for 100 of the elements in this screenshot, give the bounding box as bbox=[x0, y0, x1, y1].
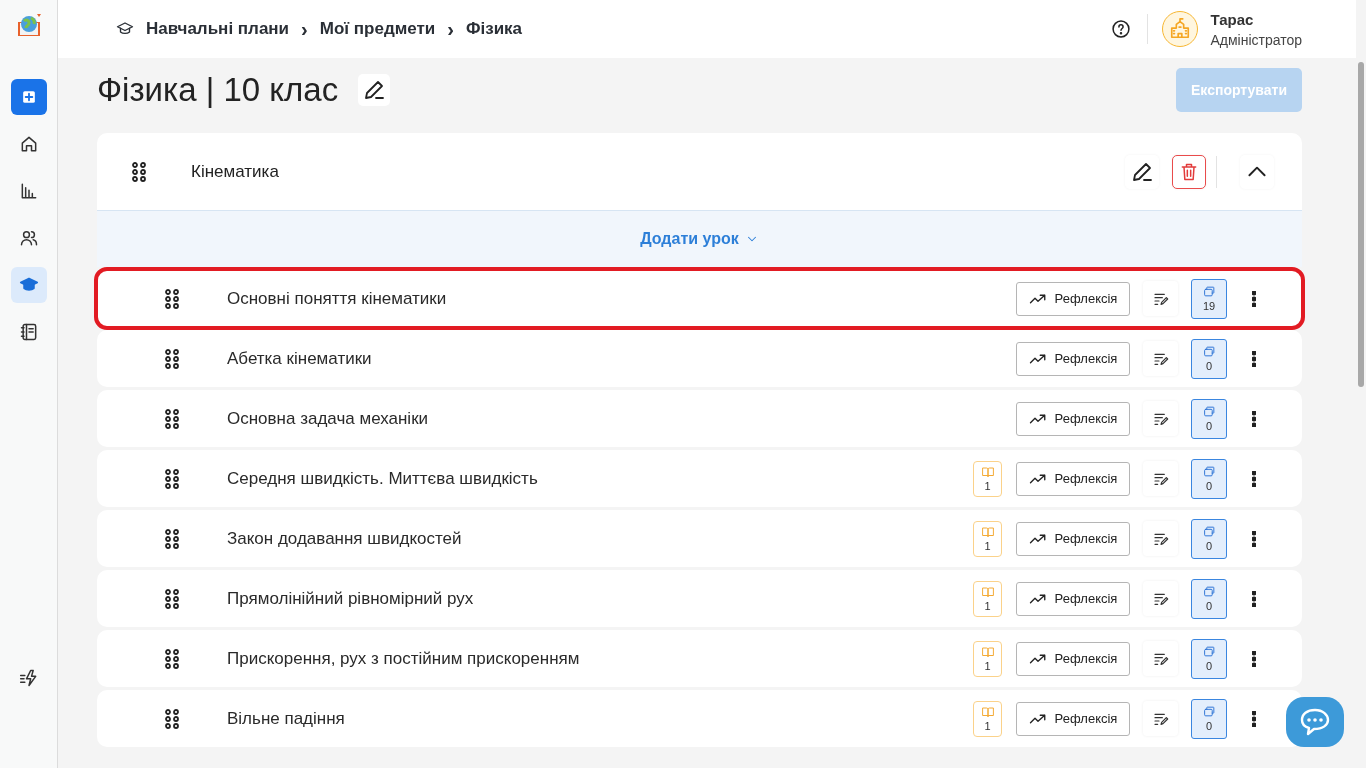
help-icon bbox=[1111, 19, 1132, 39]
copies-counter[interactable]: 0 bbox=[1191, 638, 1227, 679]
edit-title-button[interactable] bbox=[358, 73, 391, 106]
drag-handle-icon bbox=[165, 288, 179, 309]
reflection-button[interactable]: Рефлексія bbox=[1016, 581, 1130, 616]
copy-icon bbox=[1202, 285, 1216, 298]
lesson-title: Вільне падіння bbox=[227, 708, 346, 729]
sidebar-graduation-cap-button[interactable] bbox=[10, 267, 47, 303]
materials-badge[interactable]: 1 bbox=[973, 460, 1002, 497]
more-vertical-icon bbox=[1252, 530, 1256, 547]
reflection-button[interactable]: Рефлексія bbox=[1016, 401, 1130, 436]
more-vertical-icon bbox=[1252, 710, 1256, 727]
drag-handle-icon bbox=[165, 408, 179, 429]
breadcrumb-separator: › bbox=[301, 17, 308, 41]
materials-badge[interactable]: 1 bbox=[973, 700, 1002, 737]
materials-badge[interactable]: 1 bbox=[973, 520, 1002, 557]
lesson-title: Прямолінійний рівномірний рух bbox=[227, 588, 475, 609]
book-icon bbox=[981, 705, 994, 718]
breadcrumb-link[interactable]: Фізика bbox=[465, 19, 523, 39]
copy-icon bbox=[1202, 585, 1216, 598]
notes-button[interactable] bbox=[1143, 521, 1178, 556]
lesson-row[interactable]: Основні поняття кінематики Рефлексія 19 bbox=[97, 270, 1302, 327]
drag-handle-icon bbox=[165, 528, 179, 549]
lesson-row[interactable]: Вільне падіння 1 Рефлексія 0 bbox=[97, 690, 1302, 747]
reflection-button[interactable]: Рефлексія bbox=[1016, 461, 1130, 496]
chat-button[interactable] bbox=[1286, 697, 1344, 747]
drag-handle-icon bbox=[165, 708, 179, 729]
materials-badge[interactable]: 1 bbox=[973, 580, 1002, 617]
lesson-row[interactable]: Основна задача механіки Рефлексія 0 bbox=[97, 390, 1302, 447]
lesson-row[interactable]: Прискорення, рух з постійним прискоренням 1 Рефлексія 0 bbox=[97, 630, 1302, 687]
copy-icon bbox=[1202, 465, 1216, 478]
chat-bubble-icon bbox=[1299, 707, 1331, 737]
copies-counter[interactable]: 0 bbox=[1191, 338, 1227, 379]
more-vertical-icon bbox=[1252, 470, 1256, 487]
page-title: Фізика | 10 клас bbox=[97, 70, 339, 109]
reflection-button[interactable]: Рефлексія bbox=[1016, 641, 1130, 676]
delete-module-button[interactable] bbox=[1172, 154, 1206, 189]
notes-button[interactable] bbox=[1143, 461, 1178, 496]
add-lesson-button[interactable]: Додати урок bbox=[634, 229, 765, 249]
reflection-button[interactable]: Рефлексія bbox=[1016, 281, 1130, 316]
drag-handle-icon bbox=[165, 648, 179, 669]
sidebar-plus-button[interactable] bbox=[10, 79, 47, 115]
copies-counter[interactable]: 0 bbox=[1191, 518, 1227, 559]
notes-button[interactable] bbox=[1143, 281, 1178, 316]
copies-counter[interactable]: 0 bbox=[1191, 458, 1227, 499]
more-vertical-icon bbox=[1252, 410, 1256, 427]
copy-icon bbox=[1202, 405, 1216, 418]
drag-handle-icon bbox=[165, 588, 179, 609]
users-icon bbox=[18, 228, 39, 248]
breadcrumb-link[interactable]: Мої предмети bbox=[319, 19, 436, 39]
book-icon bbox=[981, 465, 994, 478]
copy-icon bbox=[1202, 645, 1216, 658]
copies-counter[interactable]: 0 bbox=[1191, 698, 1227, 739]
edit-module-button[interactable] bbox=[1125, 154, 1159, 189]
trash-icon bbox=[1179, 161, 1199, 182]
module-title: Кінематика bbox=[191, 161, 280, 182]
reflection-button[interactable]: Рефлексія bbox=[1016, 521, 1130, 556]
materials-badge[interactable]: 1 bbox=[973, 640, 1002, 677]
help-button[interactable] bbox=[1111, 19, 1132, 39]
reflection-button[interactable]: Рефлексія bbox=[1016, 341, 1130, 376]
lesson-title: Прискорення, рух з постійним прискоренням bbox=[227, 648, 581, 669]
lesson-row[interactable]: Абетка кінематики Рефлексія 0 bbox=[97, 330, 1302, 387]
notes-button[interactable] bbox=[1143, 581, 1178, 616]
breadcrumb-link[interactable]: Навчальні плани bbox=[146, 19, 290, 39]
user-role: Адміністратор bbox=[1210, 31, 1302, 48]
copy-icon bbox=[1202, 345, 1216, 358]
user-name: Тарас bbox=[1210, 10, 1255, 28]
lesson-title: Абетка кінематики bbox=[227, 348, 373, 369]
drag-handle-icon bbox=[165, 348, 179, 369]
copies-counter[interactable]: 19 bbox=[1191, 278, 1227, 319]
lesson-title: Середня швидкість. Миттєва швидкість bbox=[227, 468, 539, 489]
more-vertical-icon bbox=[1252, 290, 1256, 307]
notes-button[interactable] bbox=[1143, 641, 1178, 676]
drag-handle-icon bbox=[132, 161, 146, 182]
notebook-icon bbox=[18, 322, 39, 342]
lesson-title: Основна задача механіки bbox=[227, 408, 430, 429]
reflection-button[interactable]: Рефлексія bbox=[1016, 701, 1130, 736]
copies-counter[interactable]: 0 bbox=[1191, 578, 1227, 619]
notes-button[interactable] bbox=[1143, 701, 1178, 736]
collapse-button[interactable] bbox=[1240, 154, 1274, 189]
notes-button[interactable] bbox=[1143, 401, 1178, 436]
lesson-row[interactable]: Середня швидкість. Миттєва швидкість 1 Рефлексія 0 bbox=[97, 450, 1302, 507]
copies-counter[interactable]: 0 bbox=[1191, 398, 1227, 439]
more-vertical-icon bbox=[1252, 590, 1256, 607]
school-building-icon bbox=[1169, 18, 1192, 40]
copy-icon bbox=[1202, 525, 1216, 538]
lightning-icon bbox=[18, 668, 39, 688]
book-icon bbox=[981, 525, 994, 538]
lesson-title: Закон додавання швидкостей bbox=[227, 528, 463, 549]
more-vertical-icon bbox=[1252, 650, 1256, 667]
lesson-title: Основні поняття кінематики bbox=[227, 288, 448, 309]
book-icon bbox=[981, 585, 994, 598]
lesson-row[interactable]: Закон додавання швидкостей 1 Рефлексія 0 bbox=[97, 510, 1302, 567]
lesson-row[interactable]: Прямолінійний рівномірний рух 1 Рефлексія 0 bbox=[97, 570, 1302, 627]
breadcrumb-separator: › bbox=[447, 17, 454, 41]
copy-icon bbox=[1202, 705, 1216, 718]
book-icon bbox=[981, 645, 994, 658]
scrollbar[interactable] bbox=[1358, 62, 1364, 387]
notes-button[interactable] bbox=[1143, 341, 1178, 376]
drag-handle-icon bbox=[165, 468, 179, 489]
